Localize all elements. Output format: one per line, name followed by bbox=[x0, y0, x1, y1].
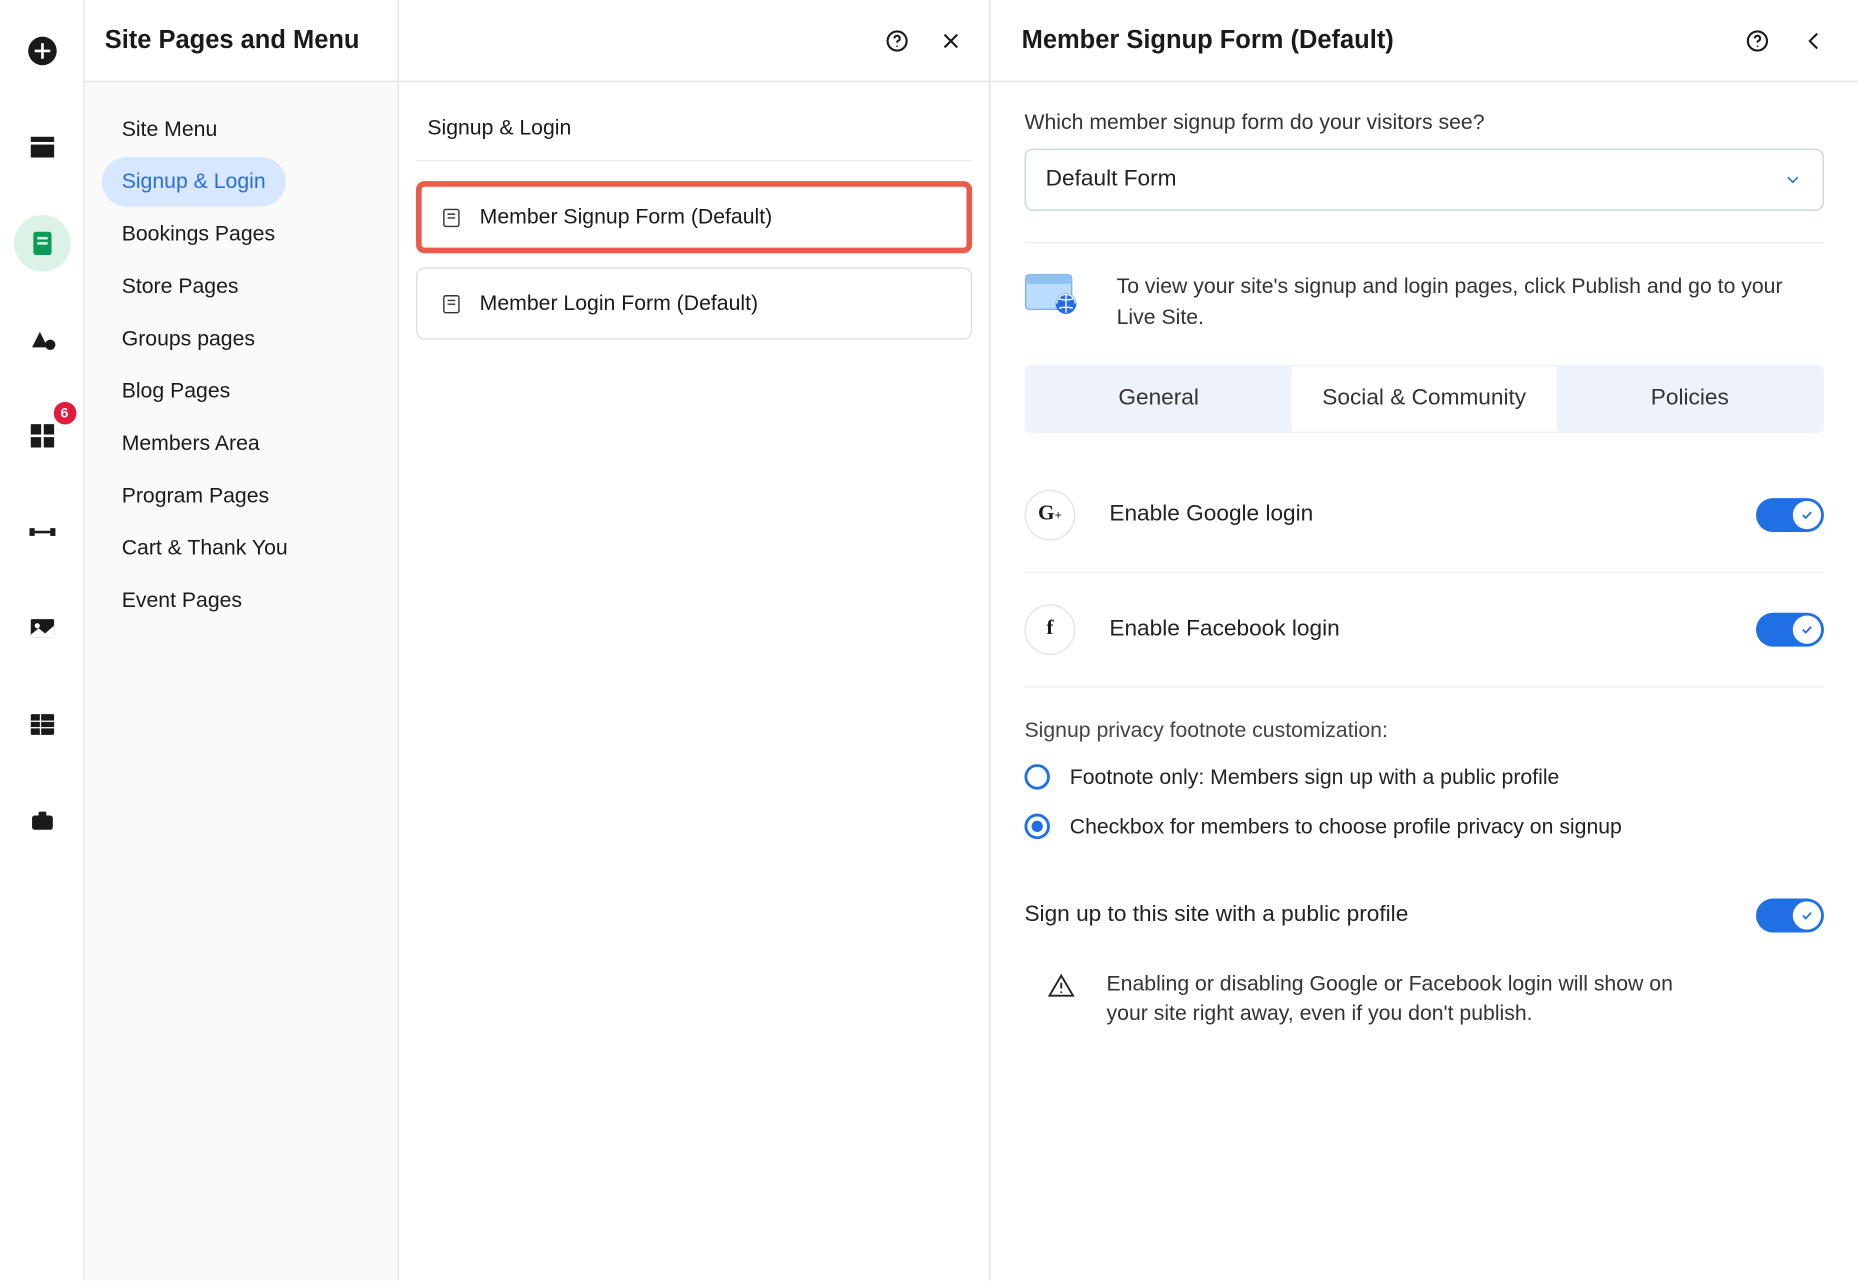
check-icon bbox=[1800, 908, 1814, 922]
radio-icon bbox=[1024, 763, 1049, 788]
rail-business-icon[interactable] bbox=[13, 792, 70, 849]
sidebar-item-label: Blog Pages bbox=[122, 379, 231, 403]
rail-badge: 6 bbox=[53, 402, 76, 425]
sidebar-item-blog[interactable]: Blog Pages bbox=[102, 366, 250, 416]
back-icon[interactable] bbox=[1801, 28, 1826, 53]
tab-label: Policies bbox=[1651, 386, 1729, 410]
sidebar-item-label: Event Pages bbox=[122, 589, 242, 613]
facebook-icon: f bbox=[1024, 603, 1075, 654]
help-icon[interactable] bbox=[1745, 28, 1770, 53]
radio-footnote-only[interactable]: Footnote only: Members sign up with a pu… bbox=[1024, 762, 1823, 792]
radio-checkbox-privacy[interactable]: Checkbox for members to choose profile p… bbox=[1024, 812, 1823, 842]
tab-policies[interactable]: Policies bbox=[1557, 366, 1823, 431]
rail-add-icon[interactable] bbox=[13, 23, 70, 80]
middle-column: Signup & Login Member Signup Form (Defau… bbox=[399, 0, 990, 1281]
sidebar-item-label: Groups pages bbox=[122, 327, 255, 351]
google-login-toggle[interactable] bbox=[1756, 497, 1824, 531]
sidebar-item-label: Members Area bbox=[122, 432, 260, 456]
sidebar-item-signup-login[interactable]: Signup & Login bbox=[102, 157, 286, 207]
form-question: Which member signup form do your visitor… bbox=[1024, 110, 1823, 134]
sidebar-item-groups[interactable]: Groups pages bbox=[102, 314, 275, 364]
publish-info: To view your site's signup and login pag… bbox=[1024, 242, 1823, 364]
sidebar-item-bookings[interactable]: Bookings Pages bbox=[102, 209, 295, 259]
select-value: Default Form bbox=[1046, 167, 1177, 192]
setting-public-profile: Sign up to this site with a public profi… bbox=[1024, 861, 1823, 957]
setting-label: Sign up to this site with a public profi… bbox=[1024, 902, 1408, 927]
sidebar-item-members[interactable]: Members Area bbox=[102, 419, 280, 469]
rail-apps-icon[interactable]: 6 bbox=[13, 408, 70, 465]
radio-label: Footnote only: Members sign up with a pu… bbox=[1070, 762, 1560, 792]
sidebar-item-label: Site Menu bbox=[122, 117, 218, 141]
form-select[interactable]: Default Form bbox=[1024, 149, 1823, 211]
settings-tabs: General Social & Community Policies bbox=[1024, 364, 1823, 432]
rail-data-icon[interactable] bbox=[13, 696, 70, 753]
form-icon bbox=[440, 292, 463, 315]
sidebar-list: Site Menu Signup & Login Bookings Pages … bbox=[102, 82, 381, 648]
public-profile-toggle[interactable] bbox=[1756, 898, 1824, 932]
google-icon: G+ bbox=[1024, 489, 1075, 540]
tab-label: General bbox=[1118, 386, 1199, 410]
privacy-heading: Signup privacy footnote customization: bbox=[1024, 718, 1823, 742]
publish-note: Enabling or disabling Google or Facebook… bbox=[1024, 957, 1823, 1058]
section-label: Signup & Login bbox=[416, 108, 972, 162]
rail-pages-icon[interactable] bbox=[13, 215, 70, 272]
rail-fitness-icon[interactable] bbox=[13, 504, 70, 561]
sidebar-item-cart[interactable]: Cart & Thank You bbox=[102, 524, 308, 574]
settings-panel: Member Signup Form (Default) Which membe… bbox=[991, 0, 1858, 1281]
sidebar-item-program[interactable]: Program Pages bbox=[102, 471, 289, 521]
rail-media-icon[interactable] bbox=[13, 600, 70, 657]
sidebar: Site Pages and Menu Site Menu Signup & L… bbox=[85, 0, 399, 1281]
option-signup-form[interactable]: Member Signup Form (Default) bbox=[416, 181, 972, 253]
browser-globe-icon bbox=[1024, 272, 1079, 317]
check-icon bbox=[1800, 507, 1814, 521]
radio-icon bbox=[1024, 813, 1049, 838]
sidebar-item-site-menu[interactable]: Site Menu bbox=[102, 105, 237, 155]
tab-general[interactable]: General bbox=[1026, 366, 1292, 431]
warning-icon bbox=[1047, 971, 1075, 999]
sidebar-item-label: Store Pages bbox=[122, 275, 239, 299]
option-login-form[interactable]: Member Login Form (Default) bbox=[416, 267, 972, 339]
publish-info-text: To view your site's signup and login pag… bbox=[1117, 272, 1824, 334]
sidebar-item-event[interactable]: Event Pages bbox=[102, 576, 262, 626]
chevron-down-icon bbox=[1783, 170, 1803, 190]
rail-design-icon[interactable] bbox=[13, 311, 70, 368]
settings-title: Member Signup Form (Default) bbox=[1022, 25, 1394, 55]
facebook-login-toggle[interactable] bbox=[1756, 612, 1824, 646]
rail-sections-icon[interactable] bbox=[13, 119, 70, 176]
radio-label: Checkbox for members to choose profile p… bbox=[1070, 812, 1622, 842]
help-icon[interactable] bbox=[884, 28, 909, 53]
tab-social[interactable]: Social & Community bbox=[1291, 366, 1557, 431]
form-icon bbox=[440, 206, 463, 229]
close-icon[interactable] bbox=[938, 28, 963, 53]
check-icon bbox=[1800, 622, 1814, 636]
panel-title: Site Pages and Menu bbox=[105, 25, 360, 55]
setting-google-login: G+ Enable Google login bbox=[1024, 458, 1823, 573]
tab-label: Social & Community bbox=[1322, 386, 1526, 410]
option-label: Member Login Form (Default) bbox=[480, 291, 758, 315]
sidebar-item-label: Signup & Login bbox=[122, 170, 266, 194]
icon-rail: 6 bbox=[0, 0, 85, 1281]
setting-label: Enable Google login bbox=[1109, 502, 1313, 527]
option-label: Member Signup Form (Default) bbox=[480, 205, 773, 229]
sidebar-item-store[interactable]: Store Pages bbox=[102, 262, 258, 312]
sidebar-item-label: Bookings Pages bbox=[122, 222, 275, 246]
sidebar-item-label: Cart & Thank You bbox=[122, 536, 288, 560]
setting-facebook-login: f Enable Facebook login bbox=[1024, 572, 1823, 687]
sidebar-item-label: Program Pages bbox=[122, 484, 269, 508]
publish-note-text: Enabling or disabling Google or Facebook… bbox=[1107, 969, 1701, 1031]
setting-label: Enable Facebook login bbox=[1109, 616, 1339, 641]
